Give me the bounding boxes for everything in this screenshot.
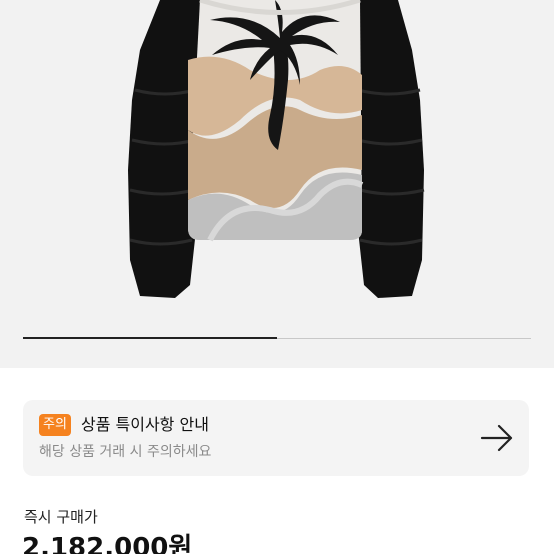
right-sleeve: [355, 0, 424, 298]
notice-title: 상품 특이사항 안내: [81, 415, 209, 434]
instant-buy-price-value: 2,182,000원: [22, 533, 193, 554]
notice-description: 해당 상품 거래 시 주의하세요: [39, 444, 212, 460]
arrow-right-icon[interactable]: [479, 420, 515, 456]
caution-badge: 주의: [39, 414, 71, 436]
image-slide-progress-fill: [23, 337, 277, 339]
image-slide-progress: [23, 337, 531, 339]
product-notice-card[interactable]: 주의 상품 특이사항 안내 해당 상품 거래 시 주의하세요: [23, 400, 529, 476]
product-image[interactable]: [0, 0, 554, 330]
product-image-carousel[interactable]: [0, 0, 554, 368]
instant-buy-price-label: 즉시 구매가: [24, 508, 98, 526]
product-page: 주의 상품 특이사항 안내 해당 상품 거래 시 주의하세요 즉시 구매가 2,…: [0, 0, 554, 554]
